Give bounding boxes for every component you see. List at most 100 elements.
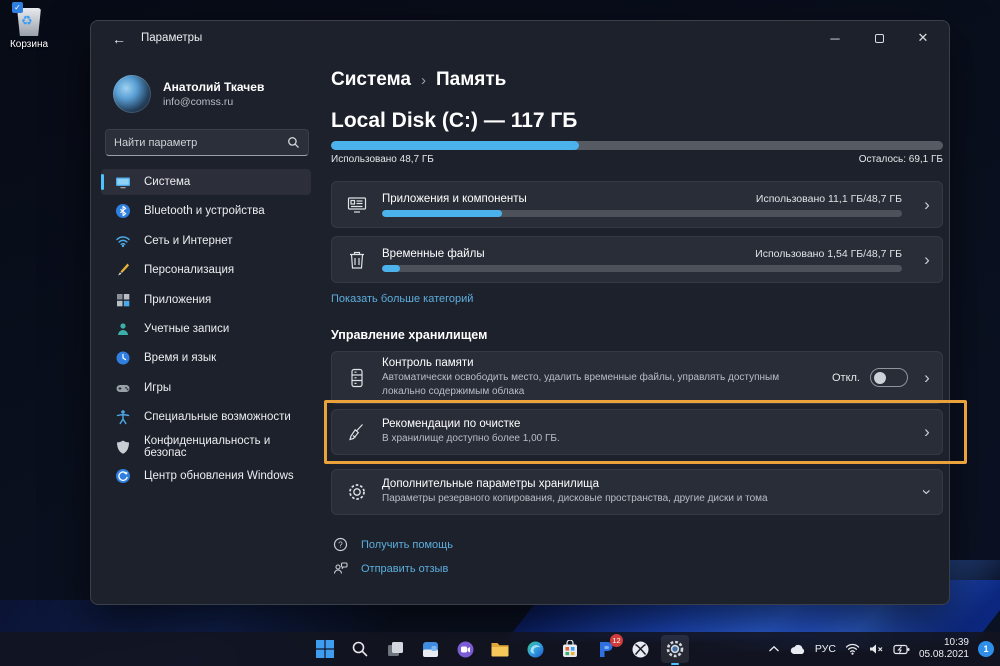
sidebar-item-label: Игры (144, 381, 172, 394)
send-feedback-link[interactable]: Отправить отзыв (333, 561, 448, 576)
card-title: Контроль памяти (382, 357, 474, 369)
link-label: Получить помощь (361, 538, 453, 551)
back-arrow-icon: ← (112, 31, 126, 47)
settings-sidebar: Анатолий Ткачев info@comss.ru Система Bl… (91, 57, 331, 604)
section-heading: Управление хранилищем (331, 328, 488, 342)
wifi-tray-icon[interactable] (845, 643, 860, 655)
shield-icon (115, 439, 131, 455)
recycle-bin-icon: ♻ ✓ (12, 2, 44, 37)
selected-check-badge: ✓ (12, 2, 23, 13)
notification-badge: 12 (610, 634, 623, 647)
chevron-right-icon: › (924, 367, 930, 387)
sidebar-item-windows-update[interactable]: Центр обновления Windows (101, 463, 311, 489)
accessibility-icon (115, 409, 131, 425)
sidebar-item-accounts[interactable]: Учетные записи (101, 316, 311, 342)
settings-search-box[interactable] (105, 129, 309, 156)
clock[interactable]: 10:39 05.08.2021 (919, 637, 969, 662)
sidebar-item-label: Время и язык (144, 352, 217, 365)
storage-sense-toggle[interactable] (870, 368, 908, 387)
link-label: Отправить отзыв (361, 562, 449, 575)
recycle-bin-label: Корзина (9, 39, 49, 50)
sidebar-item-label: Учетные записи (144, 322, 230, 335)
toggle-state-label: Откл. (831, 371, 860, 384)
chevron-right-icon: › (924, 422, 930, 441)
microsoft-store-button[interactable] (556, 635, 584, 663)
sidebar-item-bluetooth[interactable]: Bluetooth и устройства (101, 198, 311, 224)
storage-sense-card[interactable]: Контроль памяти Автоматически освободить… (331, 351, 943, 404)
storage-page: Система › Память Local Disk (C:) — 117 Г… (324, 21, 967, 604)
update-icon (115, 468, 131, 484)
apps-features-card[interactable]: Приложения и компоненты Использовано 11,… (331, 181, 943, 228)
cleanup-recommendations-card[interactable]: Рекомендации по очистке В хранилище дост… (331, 409, 943, 455)
sidebar-item-privacy[interactable]: Конфиденциальность и безопас (101, 434, 311, 460)
card-title: Временные файлы (382, 247, 485, 260)
breadcrumb-separator-icon: › (420, 71, 426, 89)
sidebar-item-time-language[interactable]: Время и язык (101, 345, 311, 371)
file-explorer-button[interactable] (486, 635, 514, 663)
settings-taskbar-button[interactable] (661, 635, 689, 665)
tray-time: 10:39 (943, 636, 969, 648)
breadcrumb-root[interactable]: Система (331, 69, 411, 91)
accounts-icon (115, 321, 131, 337)
widgets-button[interactable] (416, 635, 444, 663)
sidebar-item-label: Центр обновления Windows (144, 469, 294, 482)
user-email: info@comss.ru (163, 96, 234, 108)
disk-used-label: Использовано 48,7 ГБ (331, 154, 434, 165)
card-subtitle: Параметры резервного копирования, дисков… (382, 493, 768, 505)
xbox-button[interactable] (626, 635, 654, 663)
sidebar-item-network[interactable]: Сеть и Интернет (101, 228, 311, 254)
sidebar-item-system[interactable]: Система (101, 169, 311, 195)
task-view-button[interactable] (381, 635, 409, 663)
toggle-knob (874, 371, 886, 384)
sidebar-item-label: Приложения (144, 293, 212, 306)
sidebar-item-label: Bluetooth и устройства (144, 205, 265, 218)
notification-center-badge[interactable]: 1 (978, 641, 994, 657)
disk-usage-fill (331, 141, 579, 150)
edge-browser-button[interactable] (521, 635, 549, 663)
start-button[interactable] (311, 635, 339, 663)
card-usage: Использовано 11,1 ГБ/48,7 ГБ (755, 192, 902, 205)
category-usage-bar (382, 264, 902, 272)
sidebar-item-personalization[interactable]: Персонализация (101, 257, 311, 283)
language-indicator[interactable]: РУС (815, 643, 836, 655)
gamepad-icon (115, 380, 131, 396)
tray-chevron-up-icon[interactable] (768, 645, 780, 653)
system-icon (115, 174, 131, 190)
recycle-bin-desktop-icon[interactable]: ♻ ✓ Корзина (6, 2, 52, 50)
disk-title: Local Disk (C:) — 117 ГБ (331, 109, 578, 132)
clock-icon (115, 350, 131, 366)
tray-date: 05.08.2021 (918, 649, 969, 660)
user-profile[interactable]: Анатолий Ткачев info@comss.ru (113, 75, 264, 113)
sidebar-item-gaming[interactable]: Игры (101, 375, 311, 401)
help-icon: ? (333, 537, 349, 552)
taskbar: 12 РУС 10:39 05.08.2021 1 (0, 632, 1000, 666)
card-subtitle: Автоматически освободить место, удалить … (382, 372, 780, 397)
bluetooth-icon (115, 203, 131, 219)
feedback-icon (333, 561, 349, 576)
search-taskbar-button[interactable] (346, 635, 374, 663)
onedrive-cloud-icon[interactable] (789, 644, 806, 655)
battery-icon[interactable] (893, 644, 910, 655)
pinned-app-p-button[interactable]: 12 (591, 634, 623, 663)
gear-icon (332, 481, 382, 503)
search-input[interactable] (106, 136, 287, 149)
breadcrumb-current: Память (435, 69, 507, 90)
back-button[interactable]: ← (105, 27, 133, 51)
volume-muted-icon[interactable] (869, 643, 884, 655)
chat-button[interactable] (451, 635, 479, 663)
advanced-storage-card[interactable]: Дополнительные параметры хранилища Парам… (331, 469, 943, 515)
temporary-files-card[interactable]: Временные файлы Использовано 1,54 ГБ/48,… (331, 236, 943, 283)
svg-text:?: ? (338, 540, 343, 549)
show-more-categories-link[interactable]: Показать больше категорий (331, 293, 473, 305)
sidebar-item-accessibility[interactable]: Специальные возможности (101, 404, 311, 430)
card-subtitle: В хранилище доступно более 1,00 ГБ. (382, 433, 560, 445)
sidebar-item-label: Конфиденциальность и безопас (144, 434, 271, 459)
sidebar-item-label: Система (144, 176, 191, 188)
apps-icon (115, 292, 131, 308)
card-title: Приложения и компоненты (382, 192, 527, 205)
get-help-link[interactable]: ? Получить помощь (333, 537, 453, 552)
chevron-down-icon: › (917, 489, 937, 495)
sidebar-item-apps[interactable]: Приложения (101, 287, 311, 313)
settings-window: ← Параметры ─ ✕ Анатолий Ткачев info@com… (90, 20, 967, 605)
chevron-right-icon: › (924, 249, 930, 269)
